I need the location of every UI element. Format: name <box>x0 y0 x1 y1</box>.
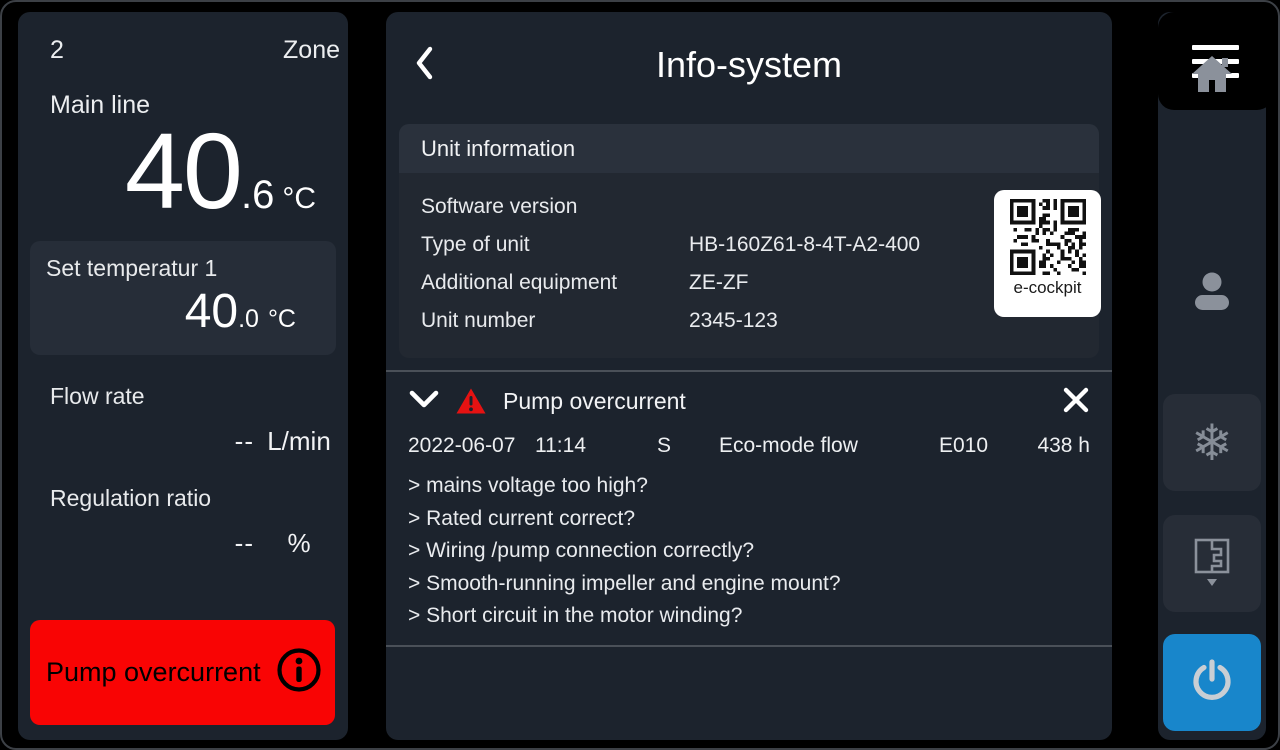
alarm-title: Pump overcurrent <box>503 388 686 415</box>
zone-label: Zone <box>283 36 340 65</box>
close-icon <box>1062 386 1090 417</box>
power-icon <box>1189 658 1235 707</box>
sidebar-item-mold[interactable] <box>1163 515 1261 612</box>
mold-icon <box>1189 535 1235 592</box>
divider <box>386 370 1112 372</box>
home-icon <box>1189 53 1235 98</box>
row-label: Additional equipment <box>421 271 689 295</box>
zone-number: 2 <box>50 36 64 65</box>
set-temperature-card[interactable]: Set temperatur 1 40.0 °C <box>30 241 336 355</box>
set-temperature-unit: °C <box>268 305 296 333</box>
hmi-screen: 2 Zone Main line 40.6°C Set temperatur 1… <box>0 0 1280 750</box>
zone-header: 2 Zone <box>18 12 348 65</box>
back-button[interactable] <box>402 40 446 88</box>
zone-panel: 2 Zone Main line 40.6°C Set temperatur 1… <box>18 12 348 740</box>
list-item: > Short circuit in the motor winding? <box>408 600 1090 633</box>
chevron-left-icon <box>414 45 434 84</box>
main-line-temperature: 40.6°C <box>18 114 348 227</box>
close-button[interactable] <box>1062 386 1090 417</box>
chevron-down-icon <box>408 390 440 413</box>
unit-information-header: Unit information <box>399 124 1099 173</box>
snowflake-icon: ❄ <box>1191 418 1233 468</box>
divider <box>386 645 1112 647</box>
sidebar-item-cooling[interactable]: ❄ <box>1163 394 1261 491</box>
warning-icon <box>455 387 487 415</box>
flow-rate-label: Flow rate <box>50 383 348 410</box>
alarm-detail-section: Pump overcurrent 2022-06-07 11:14 S Eco-… <box>398 378 1100 633</box>
row-value: ZE-ZF <box>689 271 748 295</box>
set-temperature-label: Set temperatur 1 <box>46 255 320 282</box>
table-row: Unit number 2345-123 <box>421 302 1077 340</box>
sidebar: ❄ <box>1158 12 1266 740</box>
qr-code-icon <box>1010 199 1086 275</box>
sidebar-item-user[interactable] <box>1158 236 1266 346</box>
info-system-header: Info-system <box>386 12 1112 118</box>
alarm-banner[interactable]: Pump overcurrent <box>30 620 335 725</box>
regulation-ratio-unit: % <box>254 528 344 559</box>
set-temperature-decimal: .0 <box>238 305 259 333</box>
power-button[interactable] <box>1163 634 1261 731</box>
row-label: Type of unit <box>421 233 689 257</box>
table-row: Additional equipment ZE-ZF <box>421 264 1077 302</box>
regulation-ratio-label: Regulation ratio <box>50 485 348 512</box>
list-item: > Wiring /pump connection correctly? <box>408 535 1090 568</box>
qr-code-card: e-cockpit <box>994 190 1101 317</box>
user-icon <box>1190 269 1234 314</box>
alarm-flag: S <box>657 434 719 458</box>
sidebar-item-home[interactable] <box>1158 12 1266 138</box>
set-temperature-value-row: 40.0 °C <box>46 284 320 339</box>
flow-rate-row: -- L/min <box>18 410 348 457</box>
main-line-decimal: .6 <box>241 173 274 217</box>
unit-information-section: Unit information Software version Type o… <box>399 124 1099 358</box>
list-item: > mains voltage too high? <box>408 470 1090 503</box>
alarm-time: 11:14 <box>535 434 657 458</box>
list-item: > Smooth-running impeller and engine mou… <box>408 568 1090 601</box>
alarm-runtime: 438 h <box>1034 434 1090 458</box>
main-line-value: 40 <box>125 110 241 231</box>
qr-caption: e-cockpit <box>994 278 1101 298</box>
main-line-unit: °C <box>282 182 316 215</box>
collapse-button[interactable] <box>408 390 440 413</box>
row-label: Unit number <box>421 309 689 333</box>
alarm-meta-row: 2022-06-07 11:14 S Eco-mode flow E010 43… <box>408 434 1090 458</box>
regulation-ratio-value: -- <box>18 528 254 559</box>
flow-rate-unit: L/min <box>254 426 344 457</box>
alarm-code: E010 <box>939 434 1034 458</box>
alarm-banner-label: Pump overcurrent <box>46 657 261 688</box>
alarm-source: Eco-mode flow <box>719 434 939 458</box>
alarm-detail-header: Pump overcurrent <box>408 378 1090 424</box>
regulation-ratio-row: -- % <box>18 512 348 559</box>
alarm-checklist: > mains voltage too high? > Rated curren… <box>408 470 1090 633</box>
alarm-date: 2022-06-07 <box>408 434 535 458</box>
list-item: > Rated current correct? <box>408 503 1090 536</box>
table-row: Type of unit HB-160Z61-8-4T-A2-400 <box>421 226 1077 264</box>
info-system-panel: Info-system Unit information Software ve… <box>386 12 1112 740</box>
flow-rate-value: -- <box>18 426 254 457</box>
row-value: 2345-123 <box>689 309 778 333</box>
row-label: Software version <box>421 195 689 219</box>
row-value: HB-160Z61-8-4T-A2-400 <box>689 233 920 257</box>
page-title: Info-system <box>656 44 842 86</box>
info-icon[interactable] <box>275 646 323 699</box>
set-temperature-value: 40 <box>185 285 238 338</box>
table-row: Software version <box>421 188 1077 226</box>
